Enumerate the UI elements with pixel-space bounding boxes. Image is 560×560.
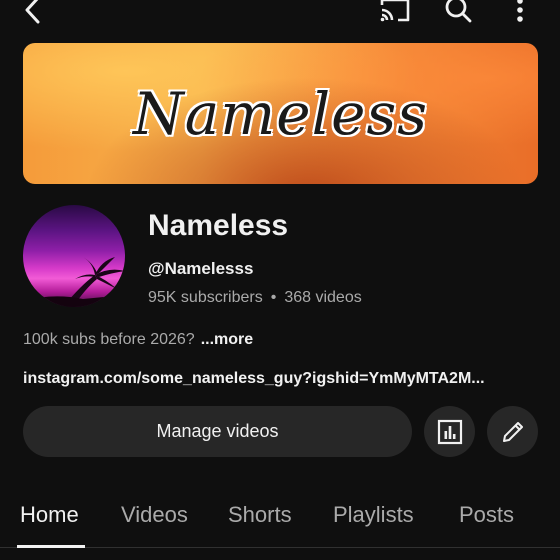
tab-posts[interactable]: Posts <box>459 502 514 528</box>
video-count: 368 videos <box>284 289 362 306</box>
channel-avatar[interactable] <box>23 205 125 307</box>
channel-handle: @Namelesss <box>148 259 254 278</box>
manage-videos-button[interactable]: Manage videos <box>23 406 412 457</box>
channel-banner: Nameless <box>23 43 538 184</box>
tab-videos[interactable]: Videos <box>121 502 188 528</box>
analytics-icon <box>437 419 462 444</box>
pencil-icon <box>502 421 523 442</box>
active-tab-indicator <box>17 545 85 548</box>
channel-stats: 95K subscribers • 368 videos <box>148 289 362 307</box>
stats-separator: • <box>270 289 277 306</box>
channel-link[interactable]: instagram.com/some_nameless_guy?igshid=Y… <box>23 370 538 388</box>
tab-shorts[interactable]: Shorts <box>228 502 292 528</box>
edit-button[interactable] <box>487 406 538 457</box>
search-icon[interactable] <box>441 0 475 26</box>
top-app-bar <box>0 0 560 28</box>
back-arrow-icon[interactable] <box>22 0 44 26</box>
banner-title: Nameless <box>132 79 429 149</box>
analytics-button[interactable] <box>424 406 475 457</box>
channel-name: Nameless <box>148 209 289 242</box>
description-text: 100k subs before 2026? <box>23 331 195 348</box>
description-more-link[interactable]: ...more <box>201 331 253 348</box>
more-vertical-icon[interactable] <box>508 0 532 26</box>
palm-silhouette-icon <box>23 257 125 307</box>
subscriber-count: 95K subscribers <box>148 289 263 306</box>
channel-tabs: Home Videos Shorts Playlists Posts <box>0 490 560 560</box>
cast-icon[interactable] <box>378 0 412 26</box>
tab-playlists[interactable]: Playlists <box>333 502 414 528</box>
tab-home[interactable]: Home <box>20 502 79 528</box>
channel-description[interactable]: 100k subs before 2026? ...more <box>23 331 253 349</box>
